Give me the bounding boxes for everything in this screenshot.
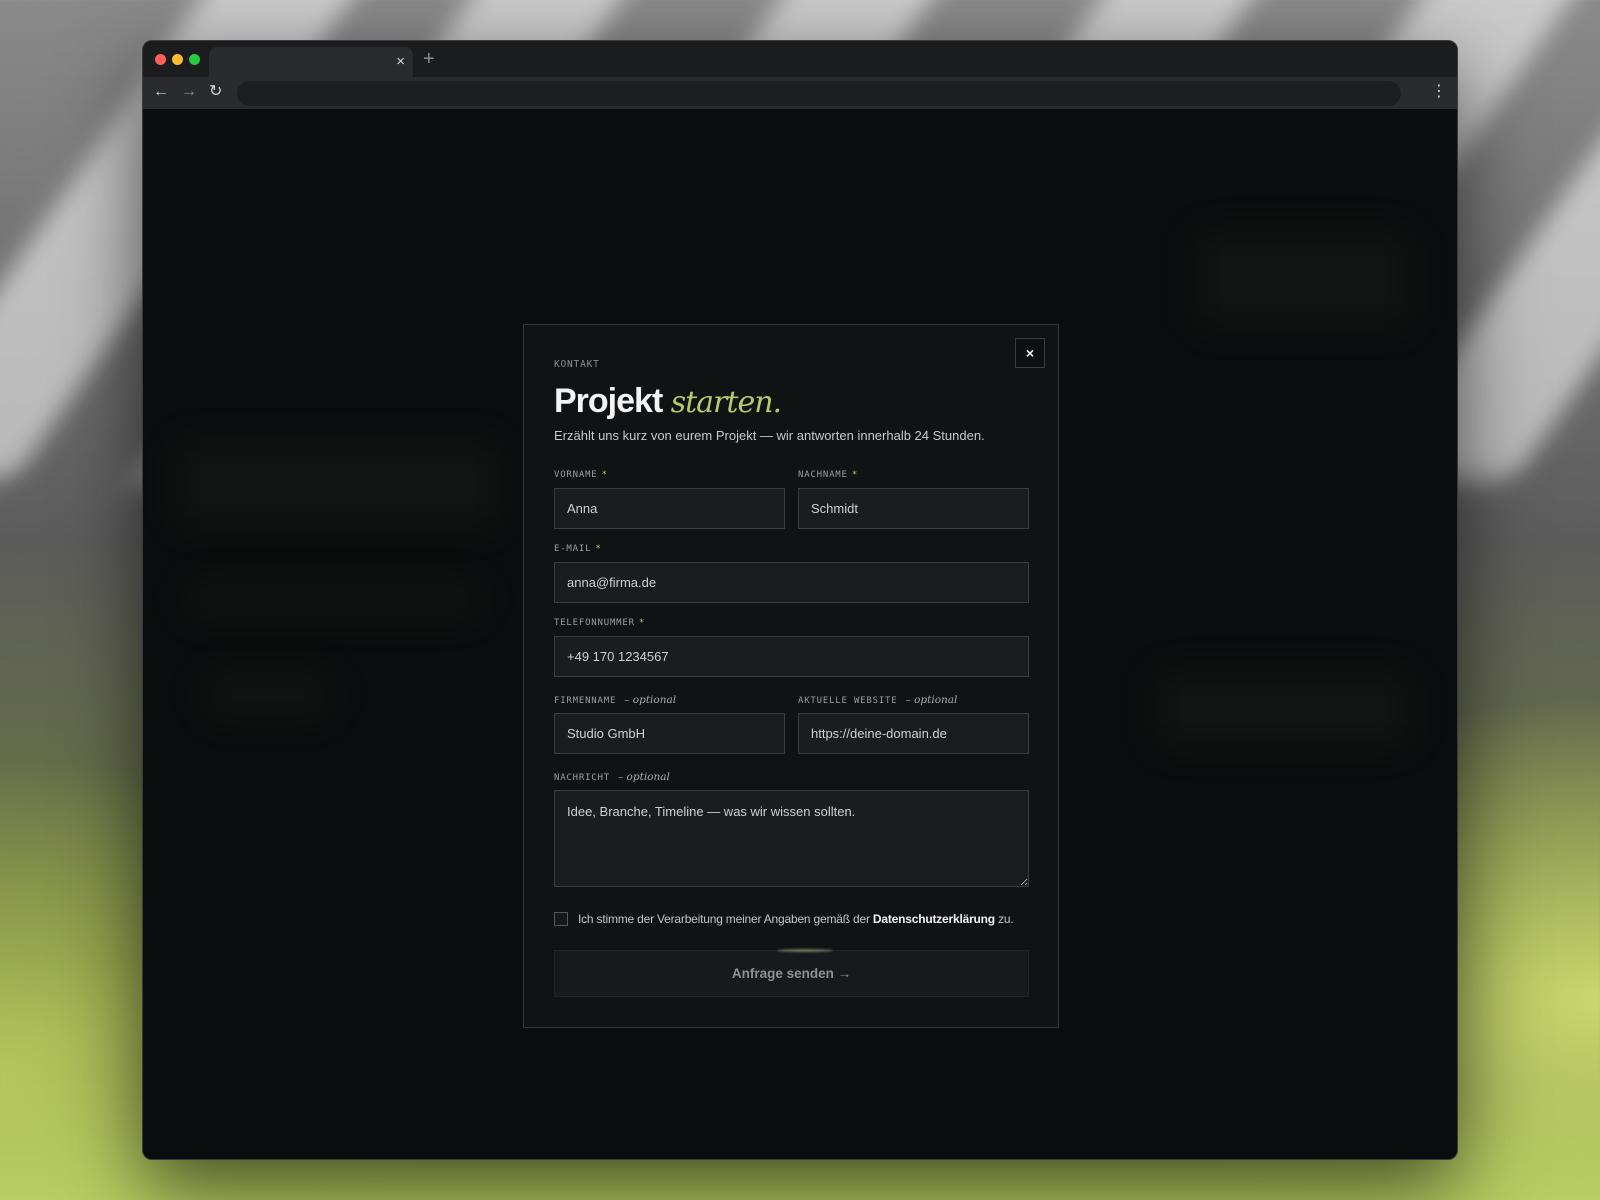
contact-modal: × KONTAKT Projekt starten. Erzählt uns k… (523, 324, 1059, 1028)
modal-title: Projekt starten. (554, 381, 782, 423)
company-field: FIRMENNAME – optional (554, 694, 785, 754)
back-arrow-icon[interactable]: ← (153, 82, 169, 102)
first-name-label: VORNAME * (554, 470, 608, 480)
privacy-policy-link[interactable]: Datenschutzerklärung (873, 912, 995, 926)
message-label: NACHRICHT – optional (554, 771, 670, 783)
reload-icon[interactable]: ↻ (209, 82, 222, 102)
message-textarea[interactable] (554, 790, 1029, 887)
window-close-icon[interactable] (155, 54, 166, 65)
new-tab-icon[interactable]: + (423, 47, 435, 71)
background-blur-block (1193, 229, 1413, 329)
first-name-input[interactable] (554, 488, 785, 529)
last-name-field: NACHNAME * (798, 469, 1029, 529)
title-accent: starten. (670, 385, 782, 420)
required-marker: * (638, 618, 646, 628)
background-blur-block (173, 439, 503, 529)
page-viewport: × KONTAKT Projekt starten. Erzählt uns k… (143, 109, 1457, 1159)
message-field: NACHRICHT – optional (554, 771, 1029, 887)
window-maximize-icon[interactable] (189, 54, 200, 65)
required-marker: * (601, 470, 608, 480)
email-input[interactable] (554, 562, 1029, 603)
website-field: AKTUELLE WEBSITE – optional (798, 694, 1029, 754)
phone-field: TELEFONNUMMER * (554, 617, 1029, 677)
email-field: E-MAIL * (554, 543, 1029, 603)
privacy-consent-checkbox[interactable] (554, 912, 568, 926)
first-name-field: VORNAME * (554, 469, 785, 529)
submit-button[interactable]: Anfrage senden → (554, 949, 1029, 997)
last-name-input[interactable] (798, 488, 1029, 529)
browser-window: × + ← → ↻ ⋮ × KONTAKT Projekt starten. E… (142, 40, 1458, 1160)
optional-marker: – optional (617, 771, 670, 783)
modal-subtitle: Erzählt uns kurz von eurem Projekt — wir… (554, 428, 985, 443)
phone-input[interactable] (554, 636, 1029, 677)
tab-close-icon[interactable]: × (396, 53, 405, 71)
required-marker: * (851, 470, 858, 480)
browser-tab[interactable]: × (209, 47, 413, 77)
privacy-consent-text: Ich stimme der Verarbeitung meiner Angab… (578, 912, 1014, 926)
forward-arrow-icon[interactable]: → (181, 82, 197, 102)
title-main: Projekt (554, 382, 663, 420)
background-blur-block (203, 669, 333, 719)
company-label: FIRMENNAME – optional (554, 694, 677, 706)
browser-tab-bar: × + (143, 41, 1457, 77)
phone-label: TELEFONNUMMER * (554, 618, 646, 628)
background-blur-block (1153, 669, 1413, 749)
company-input[interactable] (554, 713, 785, 754)
website-label: AKTUELLE WEBSITE – optional (798, 694, 958, 706)
privacy-consent: Ich stimme der Verarbeitung meiner Angab… (554, 912, 1014, 926)
background-blur-block (183, 579, 483, 619)
submit-label: Anfrage senden → (731, 966, 852, 981)
last-name-label: NACHNAME * (798, 470, 858, 480)
window-minimize-icon[interactable] (172, 54, 183, 65)
address-bar[interactable] (237, 81, 1401, 106)
email-label: E-MAIL * (554, 544, 602, 554)
close-icon[interactable]: × (1015, 338, 1045, 368)
optional-marker: – optional (905, 694, 958, 706)
eyebrow-label: KONTAKT (554, 359, 600, 370)
optional-marker: – optional (624, 694, 677, 706)
button-glow (777, 949, 833, 952)
website-input[interactable] (798, 713, 1029, 754)
browser-menu-icon[interactable]: ⋮ (1431, 81, 1447, 103)
required-marker: * (595, 544, 602, 554)
browser-toolbar: ← → ↻ ⋮ (143, 77, 1457, 110)
